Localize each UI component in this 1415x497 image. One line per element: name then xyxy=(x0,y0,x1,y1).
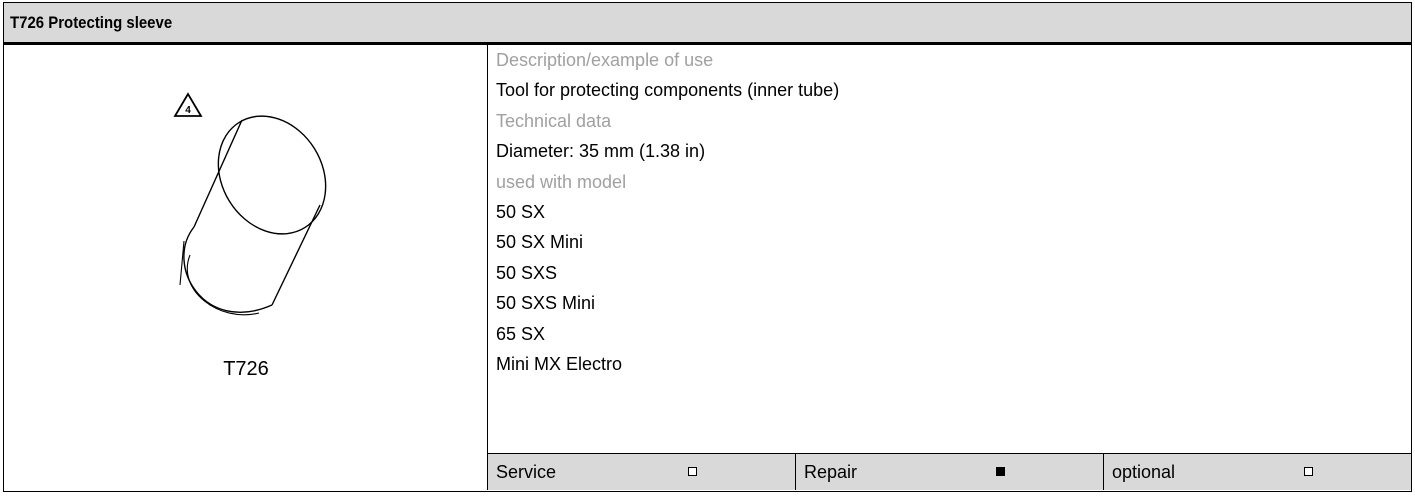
illustration-panel: 4 T726 xyxy=(4,45,488,490)
details-panel: Description/example of use Tool for prot… xyxy=(488,45,1411,490)
sleeve-drawing xyxy=(179,115,327,316)
service-checkbox xyxy=(688,467,697,476)
model-item: 65 SX xyxy=(496,323,546,344)
optional-cell: optional xyxy=(1104,454,1411,490)
tool-code-label: T726 xyxy=(223,358,269,380)
warning-number: 4 xyxy=(185,105,191,116)
tool-sheet: T726 Protecting sleeve 4 T726 Descriptio… xyxy=(3,2,1412,492)
technical-data-label: Technical data xyxy=(496,110,612,131)
description-label: Description/example of use xyxy=(496,50,714,70)
technical-data-text: Diameter: 35 mm (1.38 in) xyxy=(496,141,706,162)
repair-checkbox xyxy=(996,467,1005,476)
repair-cell: Repair xyxy=(796,454,1104,490)
warning-triangle-icon: 4 xyxy=(173,92,203,117)
repair-label: Repair xyxy=(804,461,858,482)
description-text: Tool for protecting components (inner tu… xyxy=(496,80,840,101)
page-title: T726 Protecting sleeve xyxy=(10,12,173,32)
model-item: 50 SX xyxy=(496,201,546,222)
service-cell: Service xyxy=(488,454,796,490)
model-item: 50 SXS xyxy=(496,262,558,283)
service-label: Service xyxy=(496,461,557,482)
model-item: 50 SXS Mini xyxy=(496,293,596,314)
model-item: 50 SX Mini xyxy=(496,232,584,253)
optional-checkbox xyxy=(1304,467,1313,476)
models-label: used with model xyxy=(496,171,627,192)
title-bar: T726 Protecting sleeve xyxy=(4,3,1411,45)
sheet-body: 4 T726 Description/example of use Tool f… xyxy=(4,45,1411,490)
model-item: Mini MX Electro xyxy=(496,353,623,374)
optional-label: optional xyxy=(1112,461,1176,482)
usage-footer: Service Repair optional xyxy=(488,453,1411,490)
protecting-sleeve-illustration: 4 xyxy=(173,92,327,316)
